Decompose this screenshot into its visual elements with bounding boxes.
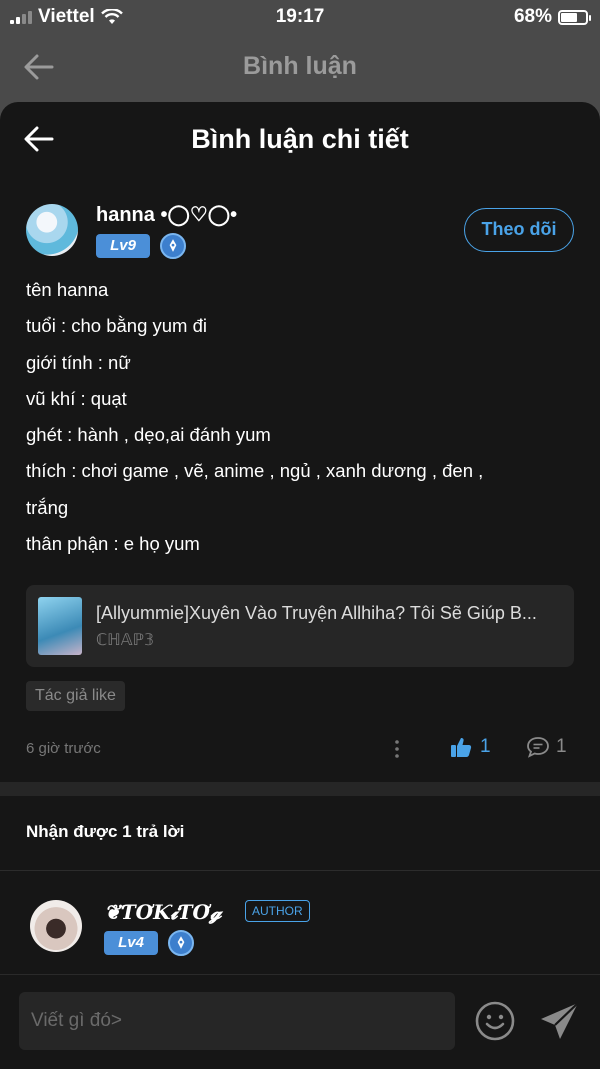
- comment-username[interactable]: hanna •◯♡◯•: [96, 202, 237, 227]
- more-vertical-icon[interactable]: [392, 738, 402, 760]
- reply-username[interactable]: ❦ƬƠƘ𝓲ƬƠ𝓰: [104, 900, 222, 924]
- sheet-title: Bình luận chi tiết: [191, 124, 409, 154]
- comment-composer: [0, 974, 600, 1069]
- top-nav: Bình luận: [0, 34, 600, 100]
- reply-button[interactable]: 1: [526, 736, 567, 758]
- story-card[interactable]: [Allyummie]Xuyên Vào Truyện Allhiha? Tôi…: [26, 585, 574, 667]
- comment-line: vũ khí : quạt: [26, 387, 127, 409]
- smiley-icon[interactable]: [474, 1000, 516, 1042]
- replies-heading: Nhận được 1 trả lời: [26, 822, 185, 841]
- like-button[interactable]: 1: [450, 736, 491, 758]
- story-thumbnail: [38, 597, 82, 655]
- comment-line: thích : chơi game , vẽ, anime , ngủ , xa…: [26, 460, 484, 482]
- avatar[interactable]: [30, 900, 82, 952]
- story-title: [Allyummie]Xuyên Vào Truyện Allhiha? Tôi…: [96, 603, 537, 623]
- battery-icon: [558, 9, 591, 25]
- thumbs-up-icon: [451, 738, 472, 757]
- sheet-header: Bình luận chi tiết: [0, 102, 600, 180]
- comment-line: tên hanna: [26, 279, 109, 300]
- like-count: 1: [480, 736, 491, 757]
- comment-input[interactable]: [19, 992, 455, 1050]
- comment-line: trắng: [26, 496, 69, 518]
- comment-bubble-icon: [527, 737, 549, 758]
- section-divider: [0, 782, 600, 796]
- author-badge: AUTHOR: [245, 900, 310, 922]
- story-chapter: ℂℍ𝔸ℙ𝟛: [96, 632, 155, 649]
- comment-detail-sheet: Bình luận chi tiết hanna •◯♡◯• Lv9 Theo …: [0, 102, 600, 1068]
- battery-group: 68%: [513, 6, 591, 28]
- pen-badge-icon: [160, 233, 186, 259]
- avatar[interactable]: [26, 204, 78, 256]
- level-badge: Lv9: [96, 234, 150, 258]
- comment-body: tên hanna tuổi : cho bằng yum đi giới tí…: [26, 272, 576, 562]
- page-title: Bình luận: [243, 52, 357, 80]
- divider: [0, 870, 600, 871]
- battery-percent: 68%: [513, 6, 552, 27]
- level-badge: Lv4: [104, 931, 158, 955]
- follow-button[interactable]: Theo dõi: [464, 208, 574, 252]
- comment-line: tuổi : cho bằng yum đi: [26, 315, 207, 337]
- comment-line: thân phận : e họ yum: [26, 533, 200, 555]
- status-time: 19:17: [275, 6, 325, 27]
- reply-count: 1: [556, 736, 567, 757]
- comment-line: giới tính : nữ: [26, 351, 131, 373]
- status-bar: Viettel 19:17 68%: [0, 0, 600, 34]
- send-icon[interactable]: [538, 999, 582, 1043]
- comment-line: ghét : hành , dẹo,ai đánh yum: [26, 424, 271, 446]
- author-liked-tag: Tác giả like: [26, 681, 125, 711]
- pen-badge-icon: [168, 930, 194, 956]
- comment-timestamp: 6 giờ trước: [26, 740, 101, 757]
